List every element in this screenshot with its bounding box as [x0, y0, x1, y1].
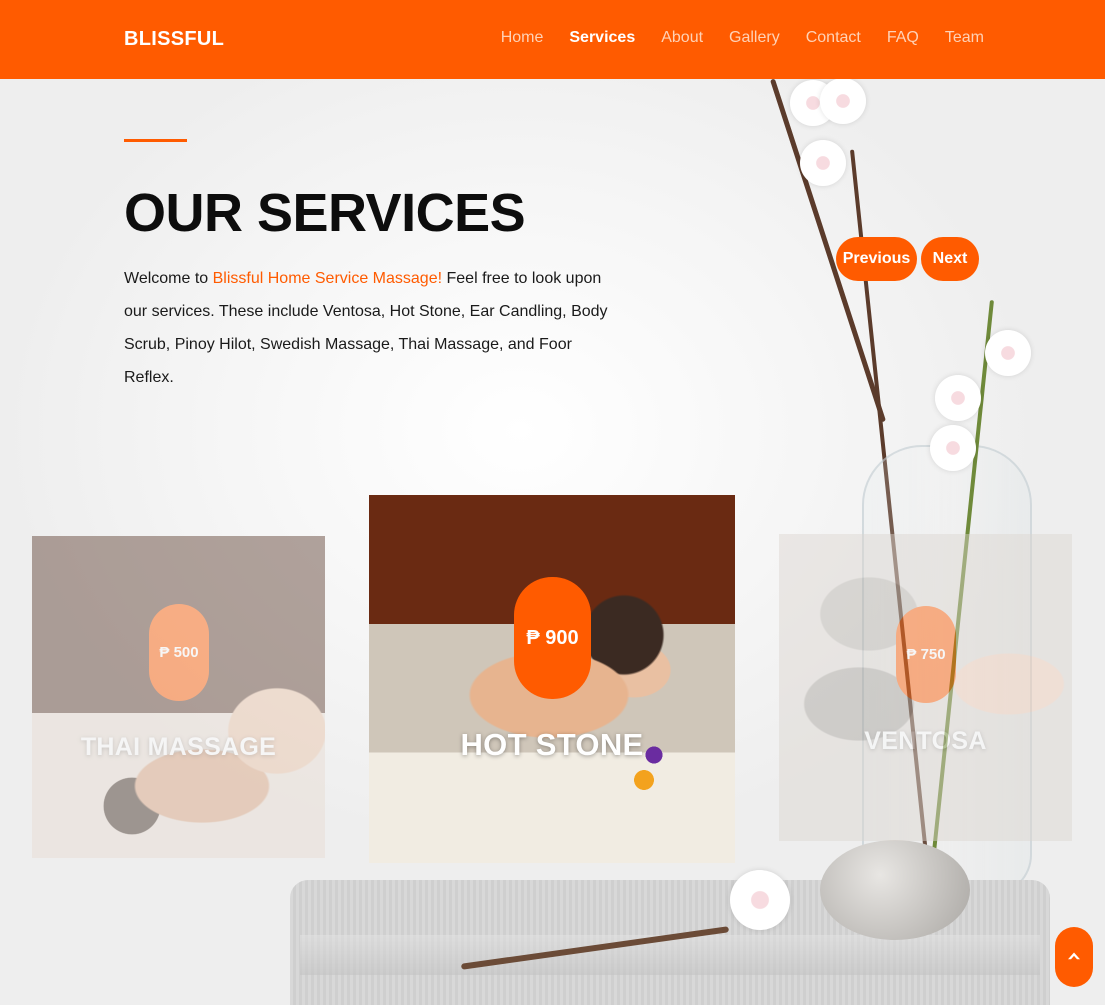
price-badge: ₱ 900 — [514, 577, 591, 699]
service-card-hot-stone[interactable]: ₱ 900 HOT STONE — [369, 495, 735, 863]
previous-button[interactable]: Previous — [836, 237, 917, 281]
blossom-flower — [935, 375, 981, 421]
nav-item-team[interactable]: Team — [945, 29, 984, 47]
blossom-flower — [930, 425, 976, 471]
price-badge: ₱ 750 — [896, 606, 956, 703]
page-title: OUR SERVICES — [124, 183, 526, 243]
navbar: BLISSFUL Home Services About Gallery Con… — [0, 0, 1105, 79]
blossom-flower — [985, 330, 1031, 376]
intro-prefix: Welcome to — [124, 270, 213, 287]
service-name: VENTOSA — [864, 727, 987, 755]
towel-fold — [300, 935, 1040, 975]
blossom-flower — [800, 140, 846, 186]
chevron-up-icon — [1068, 952, 1080, 960]
blossom-flower — [730, 870, 790, 930]
nav-item-services[interactable]: Services — [569, 29, 635, 47]
next-button[interactable]: Next — [921, 237, 979, 281]
service-card-ventosa[interactable]: ₱ 750 VENTOSA — [779, 534, 1072, 841]
nav-item-gallery[interactable]: Gallery — [729, 29, 780, 47]
service-name: THAI MASSAGE — [80, 733, 277, 761]
nav-item-faq[interactable]: FAQ — [887, 29, 919, 47]
nav-item-home[interactable]: Home — [501, 29, 544, 47]
back-to-top-button[interactable] — [1055, 927, 1093, 987]
nav-item-about[interactable]: About — [661, 29, 703, 47]
title-accent-line — [124, 139, 187, 142]
blossom-flower — [820, 78, 866, 124]
nav-item-contact[interactable]: Contact — [806, 29, 861, 47]
service-card-thai-massage[interactable]: ₱ 500 THAI MASSAGE — [32, 536, 325, 858]
brand-logo[interactable]: BLISSFUL — [124, 28, 224, 51]
service-name: HOT STONE — [460, 727, 644, 762]
intro-highlight: Blissful Home Service Massage! — [212, 270, 443, 287]
intro-suffix: Feel free to look upon our services. The… — [124, 270, 608, 386]
spa-stone — [820, 840, 970, 940]
nav-menu: Home Services About Gallery Contact FAQ … — [501, 29, 984, 47]
price-badge: ₱ 500 — [149, 604, 209, 701]
services-intro: Welcome to Blissful Home Service Massage… — [124, 262, 614, 394]
